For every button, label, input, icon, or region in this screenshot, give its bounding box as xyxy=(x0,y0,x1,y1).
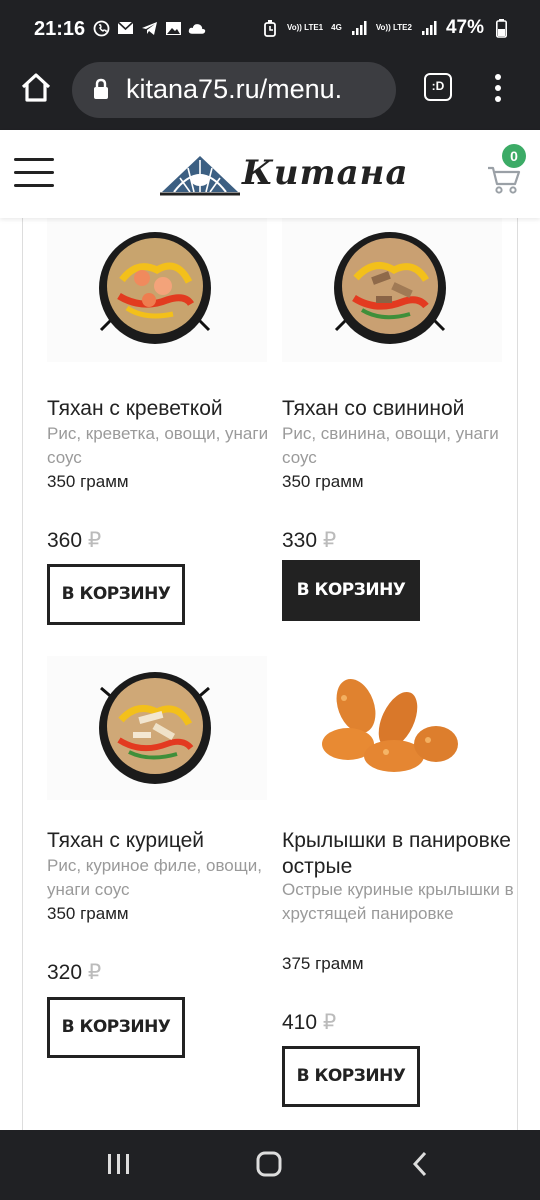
cloud-icon xyxy=(188,19,206,37)
status-time: 21:16 xyxy=(34,18,86,40)
product-weight: 350 грамм xyxy=(47,472,129,491)
battery-percent: 47% xyxy=(445,17,484,38)
mail-icon xyxy=(116,19,134,37)
product-title[interactable]: Тяхан со свининой xyxy=(282,396,514,422)
product-title[interactable]: Крылышки в панировке острые xyxy=(282,828,514,880)
currency-sign: ₽ xyxy=(322,529,337,552)
status-right: Vo)) LTE1 4G Vo)) LTE2 47% xyxy=(261,17,510,39)
alarm-icon xyxy=(261,19,279,37)
currency-sign: ₽ xyxy=(87,529,102,552)
notification-icons xyxy=(92,19,206,37)
add-to-cart-button[interactable]: В КОРЗИНУ xyxy=(282,560,420,621)
product-weight: 350 грамм xyxy=(47,904,129,923)
currency-sign: ₽ xyxy=(87,961,102,984)
more-menu-icon[interactable] xyxy=(490,70,506,106)
product-price: 330 ₽ xyxy=(282,528,336,553)
product-image[interactable] xyxy=(47,656,267,800)
price-value: 410 xyxy=(282,1011,318,1034)
tab-switcher-button[interactable]: :D xyxy=(424,73,452,101)
site-header: Китана xyxy=(0,130,540,218)
add-to-cart-button[interactable]: В КОРЗИНУ xyxy=(282,1046,420,1107)
status-bar: 21:16 Vo)) LTE1 4G Vo)) LTE2 47% xyxy=(0,0,540,60)
browser-toolbar: kitana75.ru/menu. :D xyxy=(0,60,540,130)
lte2-label: Vo)) LTE2 xyxy=(375,23,412,32)
system-nav-bar xyxy=(0,1130,540,1200)
product-grid: Тяхан с креветкой Рис, креветка, овощи, … xyxy=(22,218,518,1130)
url-text: kitana75.ru/menu. xyxy=(126,74,343,104)
recent-apps-icon[interactable] xyxy=(106,1152,132,1176)
currency-sign: ₽ xyxy=(322,1011,337,1034)
site-logo[interactable]: Китана xyxy=(160,150,407,200)
lte1-label: Vo)) LTE1 xyxy=(286,23,324,32)
back-icon[interactable] xyxy=(410,1150,430,1178)
product-image[interactable] xyxy=(282,218,502,362)
telegram-icon xyxy=(140,19,158,37)
product-description: Рис, креветка, овощи, унаги соус xyxy=(47,424,269,467)
battery-icon xyxy=(492,18,510,38)
signal-icon-1 xyxy=(350,19,368,37)
product-description: Рис, свинина, овощи, унаги соус xyxy=(282,424,499,467)
add-to-cart-button[interactable]: В КОРЗИНУ xyxy=(47,564,185,625)
product-title[interactable]: Тяхан с курицей xyxy=(47,828,279,854)
fan-logo-icon xyxy=(160,156,240,196)
product-price: 410 ₽ xyxy=(282,1010,336,1035)
cart-count-badge: 0 xyxy=(502,144,526,168)
product-image[interactable] xyxy=(47,218,267,362)
product-image[interactable] xyxy=(282,656,502,800)
product-title[interactable]: Тяхан с креветкой xyxy=(47,396,279,422)
chicken-wings-image xyxy=(322,678,458,772)
product-price: 320 ₽ xyxy=(47,960,101,985)
home-icon[interactable] xyxy=(18,70,54,106)
signal-icon-2 xyxy=(420,19,438,37)
price-value: 330 xyxy=(282,529,318,552)
fried-rice-pork-image xyxy=(334,232,446,344)
product-price: 360 ₽ xyxy=(47,528,101,553)
network-4g-label: 4G xyxy=(331,23,342,32)
add-to-cart-button[interactable]: В КОРЗИНУ xyxy=(47,997,185,1058)
address-bar[interactable]: kitana75.ru/menu. xyxy=(72,62,396,118)
product-description: Острые куриные крылышки в хрустящей пани… xyxy=(282,880,514,923)
logo-text: Китана xyxy=(242,153,409,193)
price-value: 320 xyxy=(47,961,83,984)
lock-icon xyxy=(92,78,110,105)
gallery-icon xyxy=(164,19,182,37)
home-nav-icon[interactable] xyxy=(255,1150,283,1178)
fried-rice-shrimp-image xyxy=(99,232,211,344)
price-value: 360 xyxy=(47,529,83,552)
product-weight: 350 грамм xyxy=(282,472,364,491)
hamburger-menu-icon[interactable] xyxy=(14,158,54,188)
fried-rice-chicken-image xyxy=(99,672,211,784)
product-description: Рис, куриное филе, овощи, унаги соус xyxy=(47,856,262,899)
viber-icon xyxy=(92,19,110,37)
product-weight: 375 грамм xyxy=(282,954,364,973)
